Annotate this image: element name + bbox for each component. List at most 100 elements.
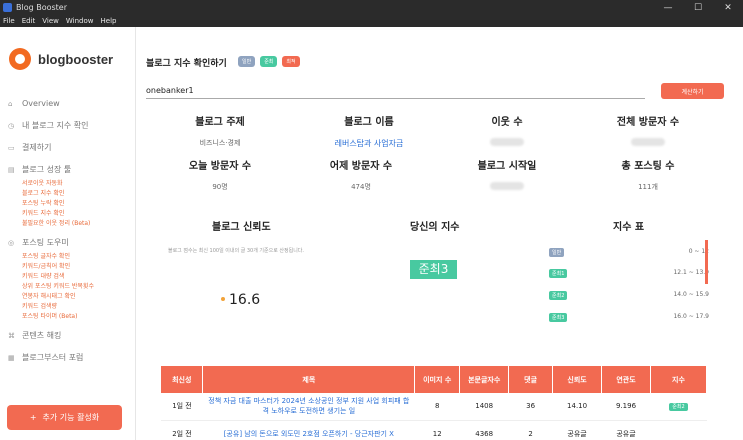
sidebar-item-label: 콘텐츠 해킹 (22, 331, 62, 340)
submenu-item[interactable]: 불필요한 이웃 정리 (Beta) (22, 219, 132, 229)
stat-value: 90명 (212, 183, 228, 191)
menu-edit[interactable]: Edit (22, 17, 36, 25)
index-tag: 준최2 (549, 291, 568, 300)
main-content: 블로그 지수 확인하기 일반 준최 최적 계산하기 블로그 주제 비즈니스·경제… (137, 27, 743, 440)
index-tag: 준최1 (549, 269, 568, 278)
cell-index (650, 420, 707, 440)
sidebar-item-my-index[interactable]: ◷ 내 블로그 지수 확인 (8, 119, 132, 132)
submenu-item[interactable]: 블로그 지수 확인 (22, 189, 132, 199)
badge-semi-optimal: 준최 (260, 56, 278, 67)
table-row: 1일 전 정책 자금 대출 마스터가 2024년 소상공인 정부 지원 사업 회… (161, 393, 707, 421)
window-titlebar: Blog Booster — ☐ ✕ (0, 0, 743, 15)
index-row: 준최2 14.0 ~ 15.9 (549, 291, 717, 301)
blog-id-input[interactable] (146, 82, 645, 99)
menu-view[interactable]: View (42, 17, 59, 25)
sidebar-item-label: 결제하기 (22, 143, 52, 152)
submenu-item[interactable]: 키워드 검색량 (22, 302, 132, 312)
sidebar-item-overview[interactable]: ⌂ Overview (8, 97, 132, 110)
stat-total-posts: 총 포스팅 수 111개 (588, 157, 708, 192)
card-icon: ▭ (8, 143, 15, 152)
activate-features-button[interactable]: + 추가 기능 활성화 (7, 405, 122, 430)
sidebar-item-posting-helper[interactable]: ◎ 포스팅 도우미 (8, 236, 132, 249)
stat-label: 전체 방문자 수 (616, 117, 680, 128)
col-header[interactable]: 본문글자수 (459, 366, 510, 393)
index-range: 12.1 ~ 13.9 (673, 269, 709, 276)
plus-icon: + (29, 413, 37, 422)
menu-window[interactable]: Window (66, 17, 94, 25)
index-row: 준최3 16.0 ~ 17.9 (549, 313, 717, 323)
stat-label: 어제 방문자 수 (329, 161, 393, 172)
submenu-item[interactable]: 포스팅 누락 확인 (22, 199, 132, 209)
menu-file[interactable]: File (3, 17, 15, 25)
col-header[interactable]: 최신성 (161, 366, 204, 393)
submenu-item[interactable]: 서로이웃 자동화 (22, 179, 132, 189)
submenu-item[interactable]: 키워드/금칙어 확인 (22, 262, 132, 272)
sidebar-item-label: 포스팅 도우미 (22, 238, 69, 247)
reliability-description: 블로그 점수는 최신 100일 이내의 글 30개 기준으로 산정됩니다. (167, 248, 304, 254)
posts-table: 최신성 제목 이미지 수 본문글자수 댓글 신뢰도 연관도 지수 1일 전 정책… (161, 366, 707, 440)
cell-recency: 2일 전 (161, 420, 203, 440)
gear-logo-icon (9, 48, 31, 70)
stat-value: 111개 (638, 183, 658, 191)
submenu-item[interactable]: 연봉자 해시태그 확인 (22, 292, 132, 302)
stat-yesterday-visitors: 어제 방문자 수 474명 (301, 157, 421, 192)
stat-value: 비즈니스·경제 (199, 139, 241, 147)
stat-total-visitors: 전체 방문자 수 (588, 113, 708, 148)
stat-label: 블로그 시작일 (477, 161, 537, 172)
col-header[interactable]: 댓글 (508, 366, 554, 393)
index-tag: 일반 (549, 248, 565, 257)
post-title-link[interactable]: 정책 자금 대출 마스터가 2024년 소상공인 정부 지원 사업 회피패 합격… (202, 393, 415, 421)
badge-optimal: 최적 (282, 56, 300, 67)
sidebar-item-content-hacking[interactable]: ⌘ 콘텐츠 해킹 (8, 329, 132, 342)
table-header-row: 최신성 제목 이미지 수 본문글자수 댓글 신뢰도 연관도 지수 (161, 366, 707, 393)
stat-label: 오늘 방문자 수 (188, 161, 252, 172)
cell-comments: 36 (508, 393, 553, 421)
your-index-label: 당신의 지수 (410, 222, 460, 233)
sidebar-item-forum[interactable]: ▦ 블로그부스터 포럼 (8, 351, 132, 364)
forum-icon: ▦ (8, 353, 15, 362)
stat-today-visitors: 오늘 방문자 수 90명 (160, 157, 280, 192)
sidebar-item-label: Overview (22, 99, 60, 108)
tools-icon: ▤ (8, 165, 15, 174)
post-title-link[interactable]: [공유] 남의 돈으로 외도민 2호점 오픈하기 - 당근자판기 X (202, 420, 415, 440)
index-table-scrollbar[interactable] (705, 240, 708, 284)
blog-name-link[interactable]: 레버스탑과 사업자금 (309, 138, 429, 149)
logo[interactable]: blogbooster (9, 48, 113, 70)
cell-reliability: 공유글 (552, 420, 602, 440)
blurred-value (631, 138, 665, 146)
calculate-button[interactable]: 계산하기 (661, 83, 724, 99)
menu-bar: File Edit View Window Help (0, 15, 743, 27)
col-header[interactable]: 연관도 (601, 366, 651, 393)
sidebar-item-label: 블로그 성장 툴 (22, 165, 72, 174)
index-table-label: 지수 표 (613, 222, 645, 233)
col-header[interactable]: 지수 (650, 366, 707, 393)
home-icon: ⌂ (8, 99, 13, 108)
cell-chars: 4368 (459, 420, 509, 440)
col-header[interactable]: 제목 (202, 366, 416, 393)
sidebar-item-payment[interactable]: ▭ 결제하기 (8, 141, 132, 154)
reliability-value: 16.6 (229, 292, 261, 308)
clock-icon: ◷ (8, 121, 15, 130)
promo-label: 추가 기능 활성화 (42, 413, 100, 422)
index-badge: 준최2 (669, 403, 688, 412)
index-row: 준최1 12.1 ~ 13.9 (549, 269, 717, 279)
submenu-item[interactable]: 상위 포스팅 키워드 반복횟수 (22, 282, 132, 292)
close-button[interactable]: ✕ (713, 3, 743, 13)
submenu-item[interactable]: 포스팅 타이머 (Beta) (22, 312, 132, 322)
stat-blog-start-date: 블로그 시작일 (447, 157, 567, 192)
stat-value-hidden (588, 138, 708, 148)
cell-comments: 2 (508, 420, 553, 440)
sidebar-nav: ⌂ Overview ◷ 내 블로그 지수 확인 ▭ 결제하기 ▤ 블로그 성장… (8, 97, 132, 373)
reliability-dot-icon (221, 297, 225, 301)
submenu-item[interactable]: 포스팅 글자수 확인 (22, 252, 132, 262)
col-header[interactable]: 신뢰도 (552, 366, 603, 393)
cell-recency: 1일 전 (161, 393, 203, 421)
submenu-item[interactable]: 키워드 지수 확인 (22, 209, 132, 219)
menu-help[interactable]: Help (101, 17, 117, 25)
submenu-item[interactable]: 키워드 대량 검색 (22, 272, 132, 282)
col-header[interactable]: 이미지 수 (414, 366, 461, 393)
minimize-button[interactable]: — (653, 3, 683, 13)
maximize-button[interactable]: ☐ (683, 3, 713, 13)
sidebar-item-growth-tools[interactable]: ▤ 블로그 성장 툴 (8, 163, 132, 176)
your-index-badge: 준최3 (410, 260, 457, 279)
